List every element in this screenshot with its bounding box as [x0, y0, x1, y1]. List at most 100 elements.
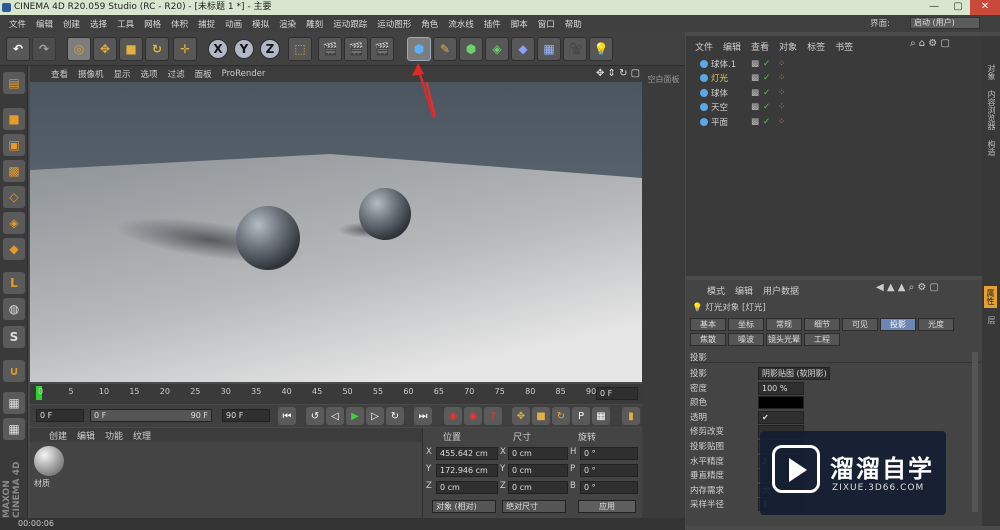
attr-prop-field[interactable]: ✔ [758, 410, 804, 424]
attr-scrollbar[interactable] [972, 352, 978, 512]
menu-tools[interactable]: 工具 [112, 18, 139, 30]
attr-tab[interactable]: 坐标 [728, 318, 764, 331]
minimize-button[interactable]: — [922, 0, 946, 15]
edge-mode-button[interactable]: ◈ [3, 212, 25, 234]
lock-workplane-button[interactable]: ▦ [3, 418, 25, 440]
y-axis-button[interactable]: Y [234, 39, 254, 59]
attr-nav-icons[interactable]: ◀ ▲ ▲ ⌕ ⚙ ▢ [876, 282, 939, 293]
attr-tab[interactable]: 噪波 [728, 333, 764, 346]
coord-rot-field[interactable]: 0 ° [580, 447, 638, 460]
layout-select[interactable]: 启动 (用户) [910, 17, 980, 29]
x-axis-button[interactable]: X [208, 39, 228, 59]
menu-sculpt[interactable]: 雕刻 [301, 18, 328, 30]
pen-spline-button[interactable]: ✎ [433, 37, 457, 61]
key-rotation-button[interactable]: ↻ [552, 407, 570, 425]
side-tab-content-browser[interactable]: 内容浏览器 [986, 90, 997, 130]
coord-pos-field[interactable]: 455.642 cm [436, 447, 498, 460]
object-manager-icons[interactable]: ⌕ ⌂ ⚙ ▢ [910, 38, 950, 49]
attr-prop-field[interactable]: 100 % [758, 381, 804, 395]
scale-button[interactable]: ■ [119, 37, 143, 61]
render-settings-button[interactable]: 🎬 [370, 37, 394, 61]
attr-tab[interactable]: 光度 [918, 318, 954, 331]
model-mode-button[interactable]: ■ [3, 108, 25, 130]
object-tag-icon[interactable]: ⁘ [778, 117, 785, 127]
menu-edit[interactable]: 编辑 [31, 18, 58, 30]
attr-menu-mode[interactable]: 模式 [702, 284, 730, 297]
object-tag-icon[interactable]: ⁘ [778, 102, 785, 112]
object-tag-icon[interactable]: ⁘ [778, 73, 785, 83]
rotate-button[interactable]: ↻ [145, 37, 169, 61]
viewport-nav-icons[interactable]: ✥ ⇕ ↻ ▢ [596, 68, 640, 79]
attr-menu-userdata[interactable]: 用户数据 [758, 284, 804, 297]
menu-select[interactable]: 选择 [85, 18, 112, 30]
attr-prop-field[interactable]: 阴影贴图 (软阴影) [758, 367, 830, 380]
menu-pipeline[interactable]: 流水线 [443, 18, 479, 30]
object-visibility-icon[interactable]: ▩ [751, 102, 759, 112]
move-button[interactable]: ✥ [93, 37, 117, 61]
deformer-button[interactable]: ◆ [511, 37, 535, 61]
keyframe-selection-button[interactable]: ? [484, 407, 502, 425]
undo-button[interactable]: ↶ [6, 37, 30, 61]
array-button[interactable]: ◈ [485, 37, 509, 61]
side-tab-attributes[interactable]: 属性 [984, 286, 997, 308]
viewport-menu-filter[interactable]: 过滤 [163, 68, 190, 80]
auto-key-button[interactable]: ◉ [464, 407, 482, 425]
menu-simulate[interactable]: 模拟 [247, 18, 274, 30]
next-key-button[interactable]: ↻ [386, 407, 404, 425]
object-row[interactable]: 灯光 ▩ ✓ ⁘ [690, 72, 980, 85]
next-frame-button[interactable]: ▷ [366, 407, 384, 425]
coord-mode-select[interactable]: 对象 (相对) [432, 500, 496, 513]
menu-motion-tracker[interactable]: 运动跟踪 [328, 18, 372, 30]
menu-help[interactable]: 帮助 [560, 18, 587, 30]
menu-mograph[interactable]: 运动图形 [372, 18, 416, 30]
key-position-button[interactable]: ✥ [512, 407, 530, 425]
attr-tab[interactable]: 可见 [842, 318, 878, 331]
workplane-button[interactable]: ▦ [3, 392, 25, 414]
object-enabled-icon[interactable]: ✓ [763, 59, 770, 69]
attr-tab[interactable]: 基本 [690, 318, 726, 331]
object-enabled-icon[interactable]: ✓ [763, 117, 770, 127]
material-menu-create[interactable]: 创建 [44, 429, 72, 442]
menu-plugins[interactable]: 插件 [479, 18, 506, 30]
current-frame-field[interactable]: 0 F [36, 409, 84, 422]
object-tag-icon[interactable]: ⁘ [778, 88, 785, 98]
material-menu-function[interactable]: 功能 [100, 429, 128, 442]
menu-snap[interactable]: 捕捉 [193, 18, 220, 30]
coord-pos-field[interactable]: 0 cm [436, 481, 498, 494]
tweak-button[interactable]: ◍ [3, 298, 25, 320]
live-selection-button[interactable]: ◎ [67, 37, 91, 61]
object-visibility-icon[interactable]: ▩ [751, 88, 759, 98]
attr-tab[interactable]: 焦散 [690, 333, 726, 346]
menu-volume[interactable]: 体积 [166, 18, 193, 30]
viewport-menu-panel[interactable]: 面板 [190, 68, 217, 80]
floor-button[interactable]: ▦ [537, 37, 561, 61]
enable-axis-button[interactable]: L [3, 272, 25, 294]
viewport-menu-camera[interactable]: 摄像机 [73, 68, 109, 80]
close-button[interactable]: ✕ [970, 0, 1000, 15]
coord-rot-field[interactable]: 0 ° [580, 481, 638, 494]
recent-tool-button[interactable]: ✛ [173, 37, 197, 61]
solo-button[interactable]: S [3, 326, 25, 348]
menu-script[interactable]: 脚本 [506, 18, 533, 30]
attr-tab[interactable]: 镜头光晕 [766, 333, 802, 346]
menu-render[interactable]: 渲染 [274, 18, 301, 30]
prev-frame-button[interactable]: ◁ [326, 407, 344, 425]
frame-range-slider[interactable]: 0 F 90 F [90, 409, 212, 422]
object-enabled-icon[interactable]: ✓ [763, 73, 770, 83]
play-button[interactable]: ▶ [346, 407, 364, 425]
side-tab-structure[interactable]: 构造 [986, 140, 997, 156]
render-picture-viewer-button[interactable]: 🎬 [344, 37, 368, 61]
object-row[interactable]: 平面 ▩ ✓ ⁘ [690, 115, 980, 128]
menu-file[interactable]: 文件 [4, 18, 31, 30]
object-tag-icon[interactable]: ⁘ [778, 59, 785, 69]
goto-start-button[interactable]: ⏮ [278, 407, 296, 425]
coord-size-field[interactable]: 0 cm [508, 447, 568, 460]
camera-button[interactable]: 🎥 [563, 37, 587, 61]
make-editable-button[interactable]: ▤ [3, 72, 25, 94]
coord-pos-field[interactable]: 172.946 cm [436, 464, 498, 477]
viewport-menu-prorender[interactable]: ProRender [217, 69, 271, 79]
light-button[interactable]: 💡 [589, 37, 613, 61]
render-view-button[interactable]: 🎬 [318, 37, 342, 61]
goto-end-button[interactable]: ⏭ [414, 407, 432, 425]
object-row[interactable]: 球体 ▩ ✓ ⁘ [690, 86, 980, 99]
